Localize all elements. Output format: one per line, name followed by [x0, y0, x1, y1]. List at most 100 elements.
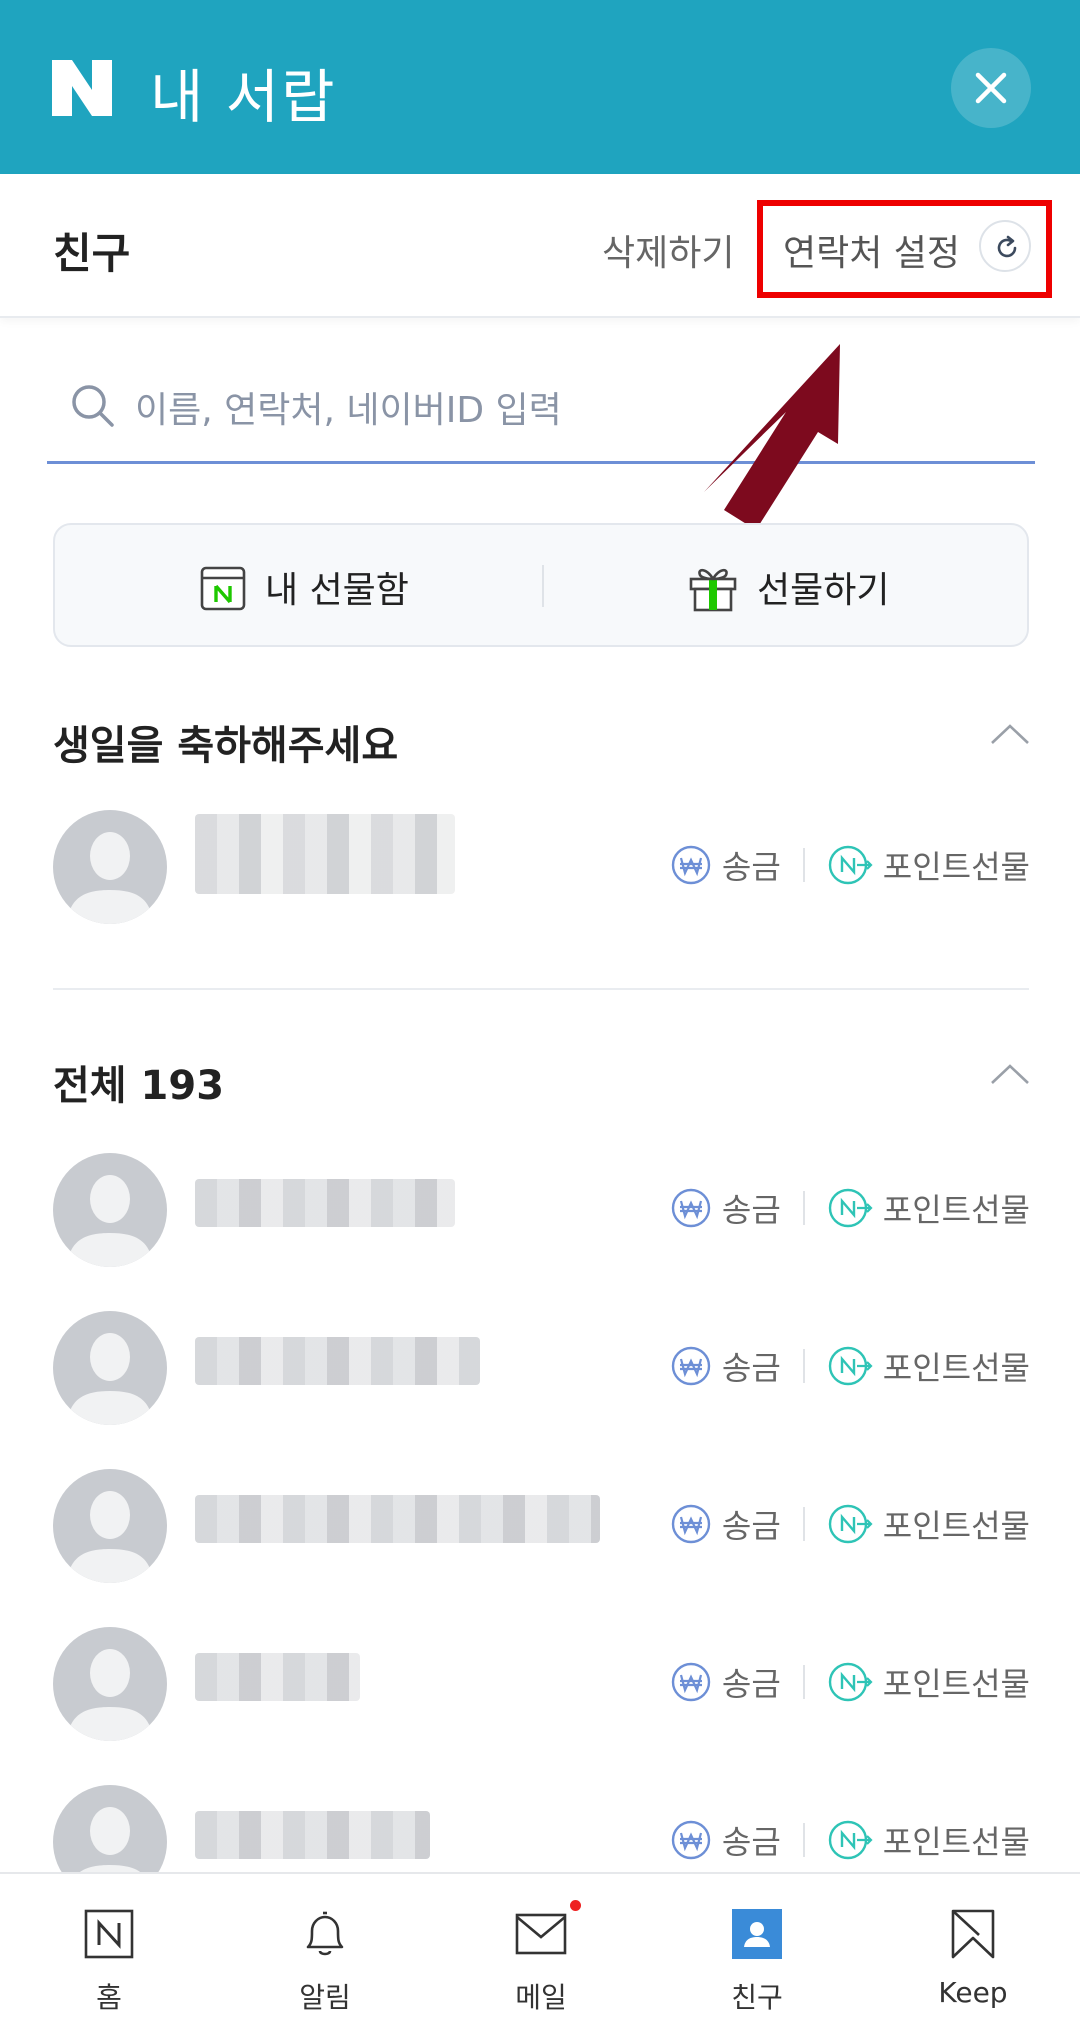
- close-icon: [975, 72, 1007, 104]
- nav-home-label: 홈: [96, 1981, 122, 2014]
- point-gift-button[interactable]: 포인트선물: [827, 1659, 1030, 1705]
- naver-point-icon: [828, 1504, 873, 1544]
- nav-home[interactable]: 홈: [49, 1906, 169, 2016]
- bell-icon: [306, 1911, 344, 1956]
- list-item[interactable]: 송금 포인트선물: [0, 1459, 1080, 1589]
- bookmark-icon: [951, 1909, 995, 1959]
- point-gift-label: 포인트선물: [882, 1349, 1030, 1387]
- blurred-name: [195, 1179, 455, 1227]
- list-item[interactable]: 송금 포인트선물: [0, 800, 1080, 930]
- divider: [802, 1349, 805, 1383]
- avatar: [53, 810, 167, 924]
- naver-logo-icon: [52, 60, 112, 116]
- point-gift-label: 포인트선물: [882, 1823, 1030, 1861]
- send-money-label: 송금: [721, 1665, 781, 1703]
- blurred-name: [195, 1337, 480, 1385]
- send-money-button[interactable]: 송금: [670, 1501, 781, 1547]
- divider: [802, 1665, 805, 1699]
- page-title: 내 서랍: [150, 63, 337, 131]
- friends-contact-icon: [732, 1909, 782, 1959]
- close-button[interactable]: [951, 48, 1031, 128]
- point-gift-button[interactable]: 포인트선물: [827, 1501, 1030, 1547]
- send-gift-label: 선물하기: [757, 570, 890, 611]
- naver-point-icon: [828, 1662, 873, 1702]
- gift-inbox-button[interactable]: 내 선물함: [199, 557, 409, 617]
- nav-friends[interactable]: 친구: [697, 1906, 817, 2016]
- row-actions: 송금 포인트선물: [670, 1655, 1030, 1709]
- send-money-label: 송금: [721, 1349, 781, 1387]
- naver-point-icon: [828, 1346, 873, 1386]
- point-gift-button[interactable]: 포인트선물: [827, 1343, 1030, 1389]
- divider: [542, 565, 544, 607]
- send-money-label: 송금: [721, 1507, 781, 1545]
- divider: [802, 1191, 805, 1225]
- section-label: 친구: [53, 229, 131, 278]
- won-icon: [671, 1820, 711, 1860]
- send-money-button[interactable]: 송금: [670, 1185, 781, 1231]
- nav-notifications-label: 알림: [299, 1981, 351, 2014]
- send-money-label: 송금: [721, 1823, 781, 1861]
- search-input[interactable]: [135, 380, 995, 440]
- nav-mail[interactable]: 메일: [481, 1900, 601, 2016]
- won-icon: [671, 845, 711, 885]
- row-actions: 송금 포인트선물: [670, 1813, 1030, 1867]
- unread-badge: [570, 1900, 581, 1911]
- won-icon: [671, 1346, 711, 1386]
- gift-bar: 내 선물함 선물하기: [53, 523, 1029, 647]
- send-money-button[interactable]: 송금: [670, 1343, 781, 1389]
- won-icon: [671, 1504, 711, 1544]
- nav-notifications[interactable]: 알림: [265, 1906, 385, 2016]
- chevron-up-icon[interactable]: [990, 722, 1030, 746]
- divider: [802, 1823, 805, 1857]
- chevron-up-icon[interactable]: [990, 1062, 1030, 1086]
- row-actions: 송금 포인트선물: [670, 838, 1030, 892]
- nav-friends-label: 친구: [731, 1981, 783, 2014]
- point-gift-button[interactable]: 포인트선물: [827, 842, 1030, 888]
- naver-point-icon: [828, 845, 873, 885]
- blurred-name: [195, 814, 455, 894]
- point-gift-button[interactable]: 포인트선물: [827, 1185, 1030, 1231]
- mail-icon: [515, 1913, 567, 1955]
- gift-icon: [689, 568, 737, 612]
- default-profile-icon: [67, 1491, 153, 1583]
- nav-mail-label: 메일: [515, 1981, 567, 2014]
- list-item[interactable]: 송금 포인트선물: [0, 1143, 1080, 1273]
- section-divider: [53, 988, 1029, 990]
- send-money-button[interactable]: 송금: [670, 1659, 781, 1705]
- gift-box-icon: [200, 566, 246, 611]
- default-profile-icon: [67, 1649, 153, 1741]
- divider: [802, 1507, 805, 1541]
- delete-button[interactable]: 삭제하기: [602, 224, 734, 276]
- app-header: 내 서랍: [0, 0, 1080, 174]
- naver-point-icon: [828, 1820, 873, 1860]
- point-gift-label: 포인트선물: [882, 1507, 1030, 1545]
- list-item[interactable]: 송금 포인트선물: [0, 1301, 1080, 1431]
- blurred-name: [195, 1811, 430, 1859]
- bottom-navigation: 홈 알림 메일 친구 Keep: [0, 1872, 1080, 2029]
- avatar: [53, 1469, 167, 1583]
- birthday-section-title: 생일을 축하해주세요: [53, 723, 399, 769]
- divider: [802, 848, 805, 882]
- blurred-name: [195, 1495, 600, 1543]
- blurred-name: [195, 1653, 360, 1701]
- point-gift-label: 포인트선물: [882, 1665, 1030, 1703]
- won-icon: [671, 1188, 711, 1228]
- send-gift-button[interactable]: 선물하기: [687, 557, 889, 617]
- point-gift-label: 포인트선물: [882, 848, 1030, 886]
- list-item[interactable]: 송금 포인트선물: [0, 1617, 1080, 1747]
- nav-keep[interactable]: Keep: [913, 1906, 1033, 2016]
- avatar: [53, 1153, 167, 1267]
- nav-keep-label: Keep: [938, 1976, 1008, 2009]
- send-money-button[interactable]: 송금: [670, 1817, 781, 1863]
- highlight-annotation: [757, 200, 1052, 298]
- search-icon: [72, 385, 114, 427]
- default-profile-icon: [67, 832, 153, 924]
- all-friends-section-title: 전체 193: [53, 1063, 225, 1109]
- send-money-button[interactable]: 송금: [670, 842, 781, 888]
- search-bar: [47, 370, 1035, 464]
- row-actions: 송금 포인트선물: [670, 1497, 1030, 1551]
- row-actions: 송금 포인트선물: [670, 1181, 1030, 1235]
- send-money-label: 송금: [721, 848, 781, 886]
- point-gift-button[interactable]: 포인트선물: [827, 1817, 1030, 1863]
- naver-home-icon: [84, 1909, 134, 1959]
